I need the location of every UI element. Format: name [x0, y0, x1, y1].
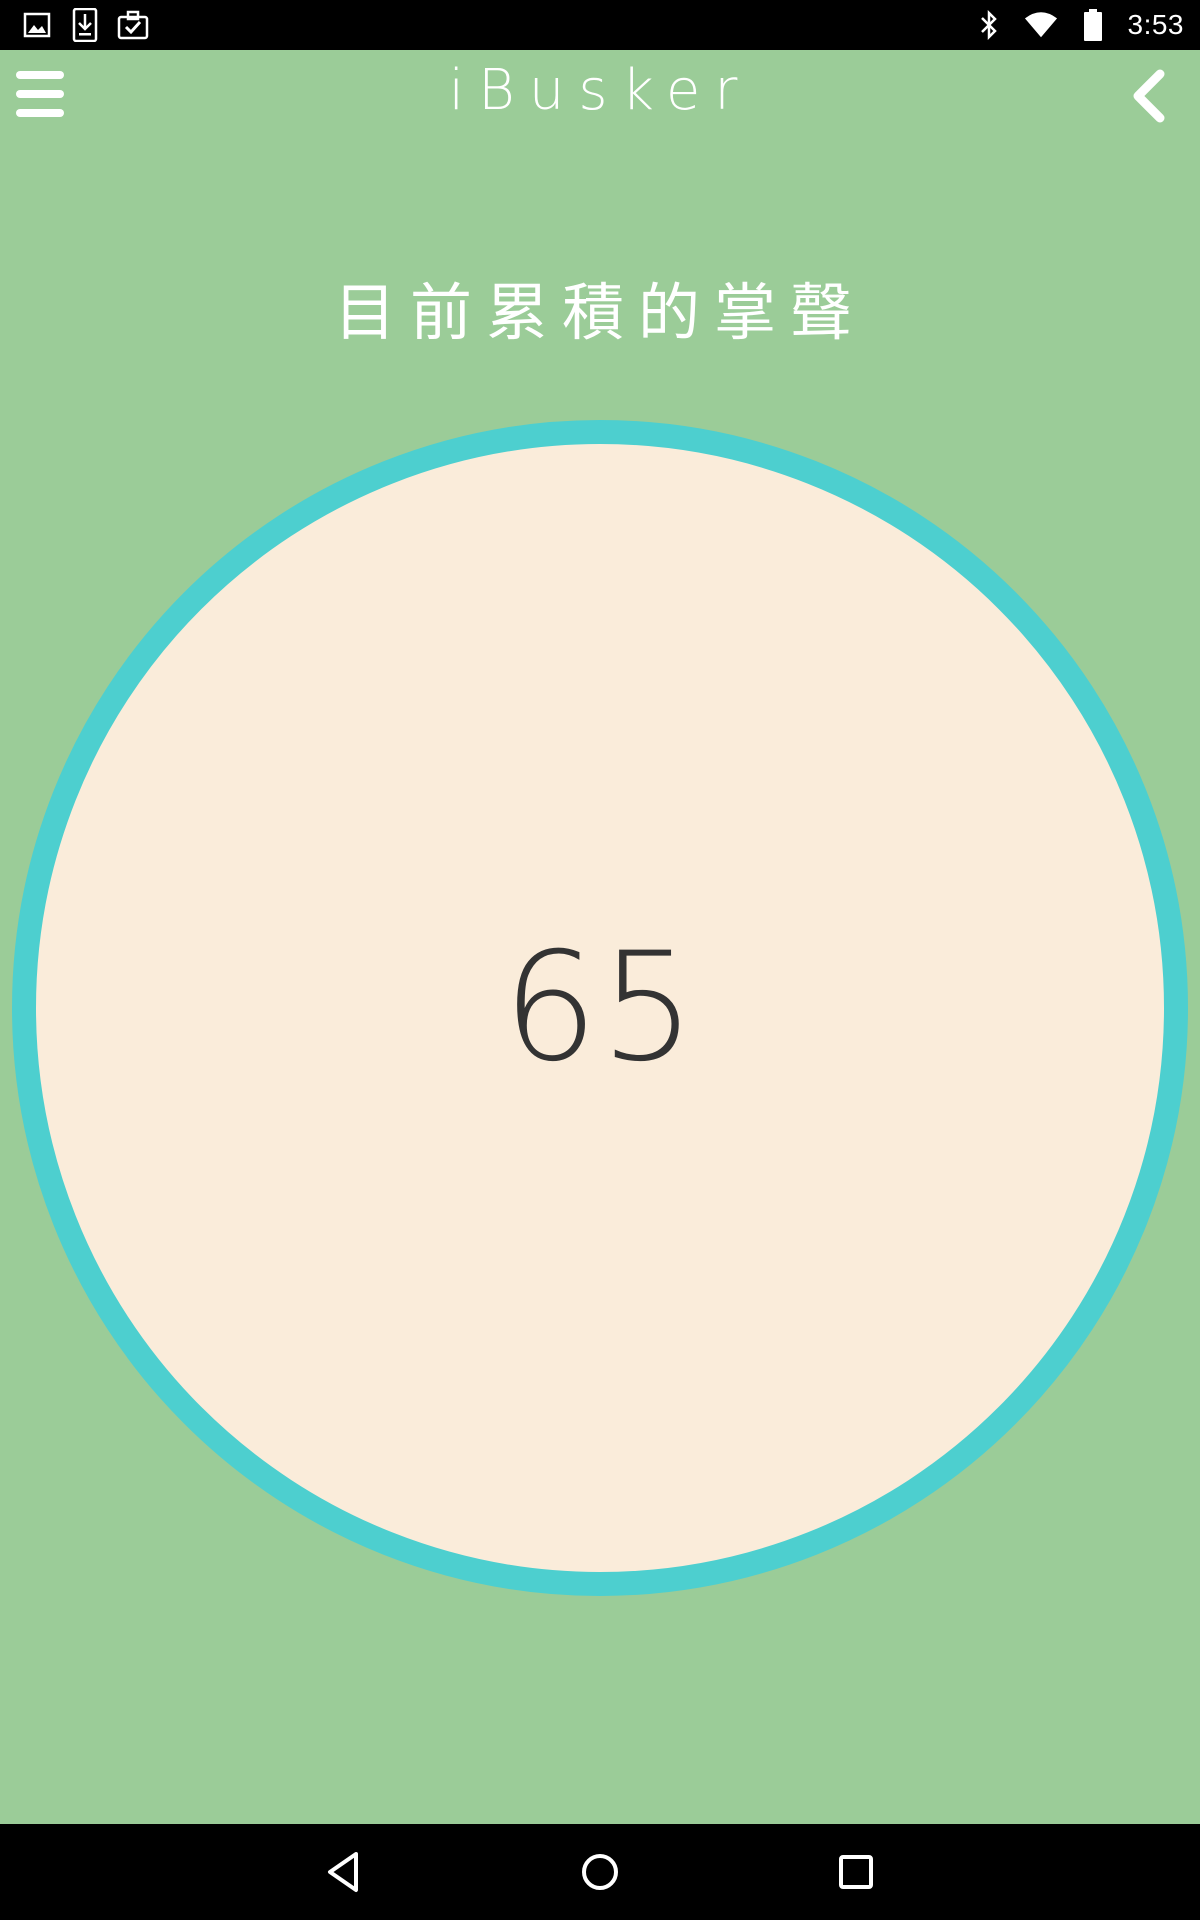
download-icon — [68, 8, 102, 42]
status-time: 3:53 — [1127, 9, 1184, 40]
navigation-bar — [0, 1824, 1200, 1920]
wifi-icon — [1024, 8, 1058, 42]
recents-square-icon[interactable] — [830, 1846, 882, 1898]
applause-heading: 目前累積的掌聲 — [333, 276, 866, 349]
home-circle-icon[interactable] — [574, 1846, 626, 1898]
bluetooth-icon — [972, 8, 1006, 42]
battery-icon — [1076, 8, 1110, 42]
app-bar: iBusker — [0, 50, 1200, 190]
clipboard-check-icon — [116, 8, 150, 42]
app-title: iBusker — [448, 58, 752, 123]
chevron-left-icon[interactable] — [1120, 66, 1180, 126]
status-bar-notifications — [20, 8, 150, 42]
status-bar: 3:53 — [0, 0, 1200, 50]
image-icon — [20, 8, 54, 42]
back-triangle-icon[interactable] — [318, 1846, 370, 1898]
status-bar-system: 3:53 — [972, 0, 1185, 50]
applause-count: 65 — [502, 921, 698, 1095]
applause-circle: 65 — [12, 420, 1188, 1596]
